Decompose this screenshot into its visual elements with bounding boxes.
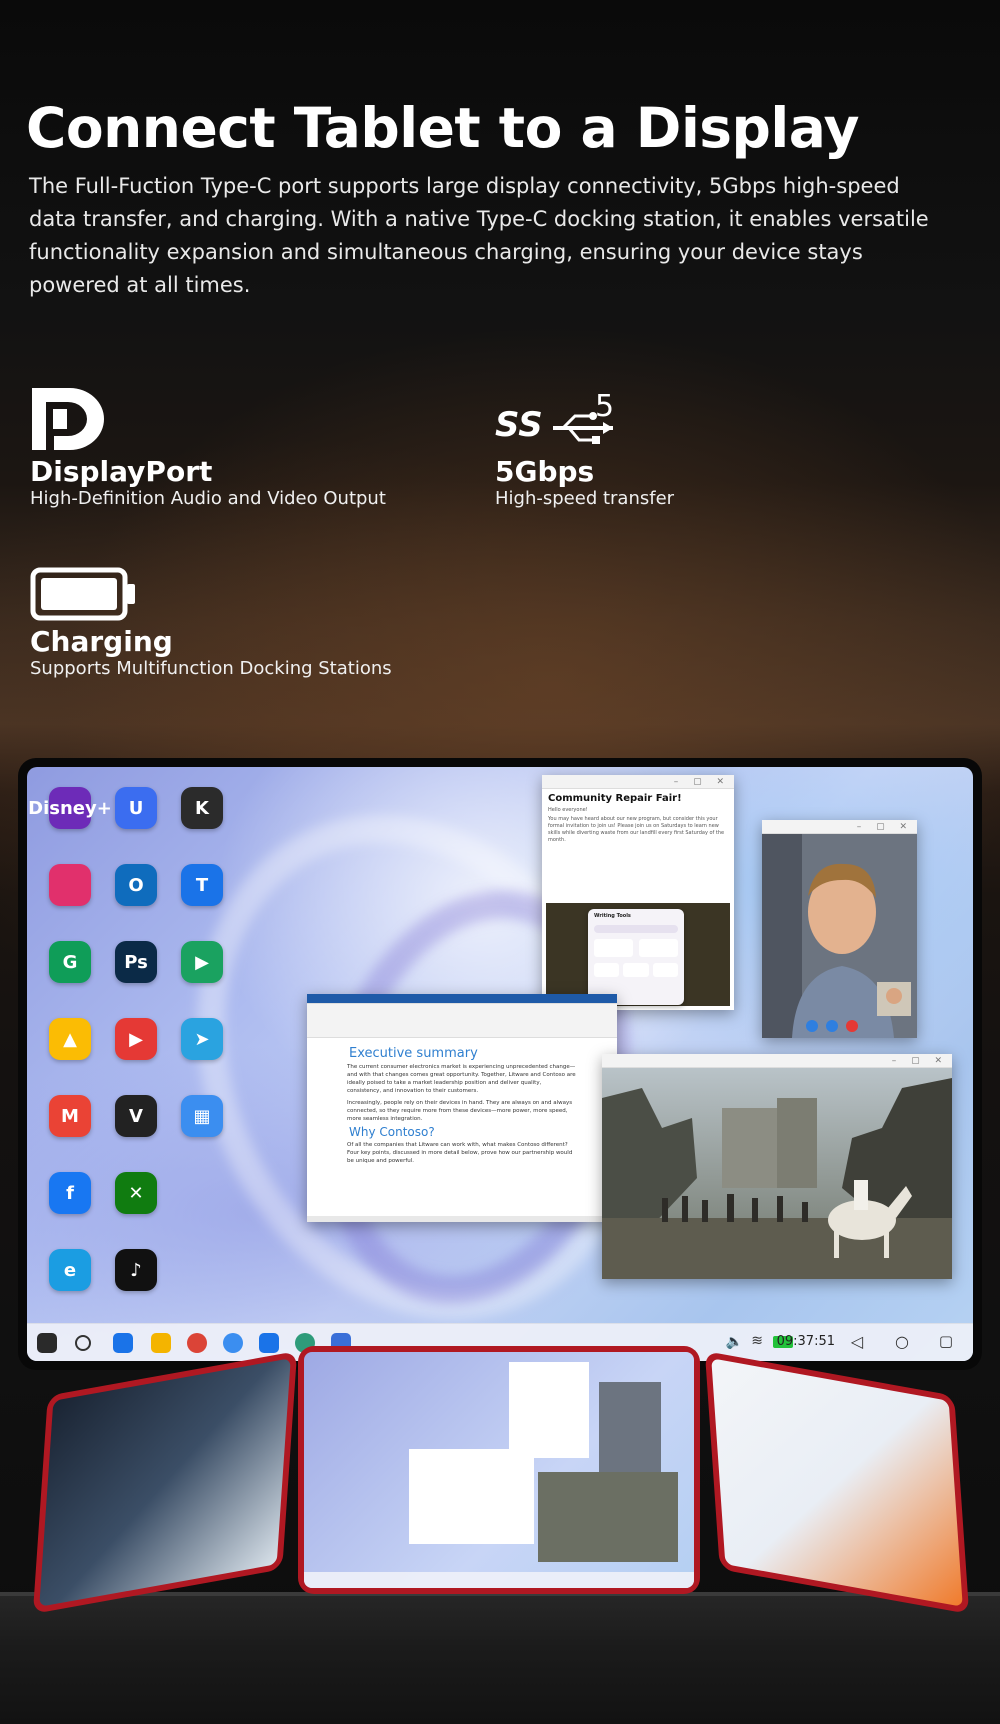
- page-description: The Full-Fuction Type-C port supports la…: [29, 174, 929, 297]
- game-scene: [602, 1068, 952, 1279]
- mail-body: You may have heard about our new program…: [548, 816, 725, 843]
- mini-video-window: [599, 1382, 661, 1472]
- app-icon-edge[interactable]: e: [49, 1249, 91, 1291]
- app-icon-telegram[interactable]: ➤: [181, 1018, 223, 1060]
- window-controls[interactable]: – ▢ ✕: [892, 1056, 948, 1066]
- app-icon-k[interactable]: K: [181, 787, 223, 829]
- displayport-icon: [32, 388, 104, 450]
- back-icon[interactable]: ◁: [851, 1332, 863, 1351]
- app-icon-store[interactable]: ▦: [181, 1095, 223, 1137]
- tool-proofread-button[interactable]: [594, 939, 633, 957]
- clock: 09:37:51: [776, 1334, 835, 1349]
- xbox-icon[interactable]: [223, 1333, 243, 1353]
- mail-subject: Community Repair Fair!: [548, 793, 682, 804]
- feature-displayport: DisplayPort High-Definition Audio and Vi…: [30, 386, 386, 510]
- ss-five: 5: [595, 389, 614, 424]
- feature-desc: High-speed transfer: [495, 488, 675, 509]
- desktop-screen: Disney+ U K O T G Ps ▶ ▲ ▶ ➤ M V ▦ f ✕ e ♪ – ▢ ✕ Communit…: [27, 767, 973, 1361]
- mini-mail-window: [509, 1362, 589, 1458]
- feature-desc: Supports Multifunction Docking Stations: [30, 658, 392, 679]
- window-titlebar[interactable]: – ▢ ✕: [762, 820, 917, 834]
- mail-image: Writing Tools: [546, 903, 730, 1006]
- caller-video: [762, 834, 917, 1038]
- feature-charging: Charging Supports Multifunction Docking …: [30, 566, 392, 680]
- app-icon-gmail[interactable]: M: [49, 1095, 91, 1137]
- document-page[interactable]: Executive summary The current consumer e…: [307, 1038, 617, 1216]
- chrome-icon[interactable]: [187, 1333, 207, 1353]
- feature-name: DisplayPort: [30, 455, 213, 488]
- app-icon-tv[interactable]: ▶: [115, 1018, 157, 1060]
- app-icon-photoshop[interactable]: Ps: [115, 941, 157, 983]
- doc-paragraph: The current consumer electronics market …: [347, 1064, 576, 1094]
- app-icon-tiktok[interactable]: ♪: [115, 1249, 157, 1291]
- feature-name: Charging: [30, 625, 173, 658]
- writing-tools-title: Writing Tools: [594, 913, 631, 919]
- app-icon-translate[interactable]: T: [181, 864, 223, 906]
- window-controls[interactable]: – ▢ ✕: [857, 822, 913, 832]
- tablet-center-screen: [304, 1352, 694, 1588]
- external-monitor: Disney+ U K O T G Ps ▶ ▲ ▶ ➤ M V ▦ f ✕ e ♪ – ▢ ✕ Communit…: [18, 758, 982, 1370]
- tablet-center: [298, 1346, 700, 1594]
- window-titlebar[interactable]: – ▢ ✕: [602, 1054, 952, 1068]
- shelf: [0, 1596, 1000, 1724]
- feature-superspeed: SS 5 5Gbps High-speed transfer: [495, 386, 674, 510]
- app-icon-video[interactable]: ▶: [181, 941, 223, 983]
- tool-friendly-button[interactable]: [594, 963, 620, 977]
- writing-tools-panel[interactable]: Writing Tools: [588, 909, 684, 1005]
- window-titlebar[interactable]: – ▢ ✕: [542, 775, 734, 789]
- feature-name: 5Gbps: [495, 455, 595, 488]
- tablet-left: [32, 1351, 298, 1614]
- app-icon-outlook[interactable]: O: [115, 864, 157, 906]
- tool-concise-button[interactable]: [652, 963, 678, 977]
- mini-taskbar: [304, 1572, 694, 1588]
- tablet-right-screen: [711, 1358, 963, 1607]
- document-window[interactable]: Executive summary The current consumer e…: [307, 994, 617, 1222]
- usb-superspeed-5-icon: SS 5: [495, 389, 614, 445]
- wifi-icon[interactable]: ≋: [751, 1333, 763, 1349]
- tablet-right: [704, 1351, 970, 1614]
- video-call-window[interactable]: – ▢ ✕: [762, 820, 917, 1038]
- app-icon-drive[interactable]: ▲: [49, 1018, 91, 1060]
- recents-icon[interactable]: ▢: [939, 1332, 953, 1350]
- end-call-button[interactable]: [846, 1020, 858, 1032]
- tool-rewrite-button[interactable]: [639, 939, 678, 957]
- doc-heading: Executive summary: [349, 1046, 478, 1061]
- app-icon-classroom[interactable]: G: [49, 941, 91, 983]
- window-controls[interactable]: – ▢ ✕: [674, 777, 730, 787]
- mail-window[interactable]: – ▢ ✕ Community Repair Fair! Hello every…: [542, 775, 734, 1010]
- doc-paragraph: Increasingly, people rely on their devic…: [347, 1100, 573, 1122]
- app-icon-instagram[interactable]: [49, 864, 91, 906]
- app-icon-facebook[interactable]: f: [49, 1172, 91, 1214]
- game-window[interactable]: – ▢ ✕: [602, 1054, 952, 1279]
- search-icon[interactable]: [75, 1335, 91, 1351]
- feature-desc: High-Definition Audio and Video Output: [30, 488, 386, 509]
- home-icon[interactable]: ○: [895, 1332, 909, 1351]
- files-icon[interactable]: [151, 1333, 171, 1353]
- doc-heading: Why Contoso?: [349, 1125, 435, 1139]
- mic-button[interactable]: [826, 1020, 838, 1032]
- translate-icon[interactable]: [259, 1333, 279, 1353]
- mini-document-window: [409, 1449, 534, 1544]
- settings-gear-icon[interactable]: [113, 1333, 133, 1353]
- doc-paragraph: Of all the companies that Litware can wo…: [347, 1142, 573, 1164]
- app-icon-disney-[interactable]: Disney+: [28, 787, 112, 829]
- writing-tools-input[interactable]: [594, 925, 678, 933]
- start-menu-icon[interactable]: [37, 1333, 57, 1353]
- tablet-left-screen: [39, 1358, 291, 1607]
- volume-icon[interactable]: 🔈: [726, 1334, 743, 1350]
- ss-text: SS: [495, 405, 543, 445]
- app-icon-u[interactable]: U: [115, 787, 157, 829]
- camera-button[interactable]: [806, 1020, 818, 1032]
- mini-game-window: [538, 1472, 678, 1562]
- tool-professional-button[interactable]: [623, 963, 649, 977]
- ribbon-toolbar[interactable]: [307, 1004, 617, 1038]
- app-icon-xbox[interactable]: ✕: [115, 1172, 157, 1214]
- page-title: Connect Tablet to a Display: [26, 96, 860, 160]
- mail-greeting: Hello everyone!: [548, 807, 588, 813]
- window-titlebar[interactable]: [307, 994, 617, 1004]
- battery-icon: [30, 567, 135, 621]
- app-icon-v[interactable]: V: [115, 1095, 157, 1137]
